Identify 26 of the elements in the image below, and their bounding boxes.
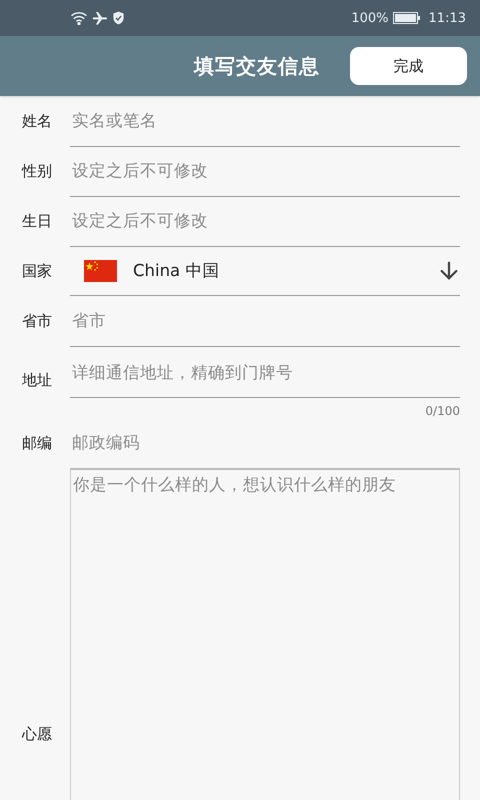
input-field[interactable]: 设定之后不可修改 xyxy=(70,196,460,246)
field-label: 省市 xyxy=(21,312,53,330)
page-title: 填写交友信息 xyxy=(194,52,320,80)
input-field[interactable]: 省市 xyxy=(70,296,460,346)
field-label: 国家 xyxy=(21,262,53,280)
text-area[interactable]: 你是一个什么样的人，想认识什么样的朋友 xyxy=(70,468,460,800)
done-button[interactable]: 完成 xyxy=(350,47,467,85)
field-label: 邮编 xyxy=(21,434,53,452)
battery-percentage: 100% xyxy=(351,10,389,26)
input-field[interactable]: 设定之后不可修改 xyxy=(70,146,460,196)
input-field[interactable]: 实名或笔名 xyxy=(70,96,460,146)
field-label: 地址 xyxy=(21,371,53,391)
field-label: 姓名 xyxy=(21,112,53,130)
field-label: 心愿 xyxy=(20,724,53,744)
down-arrow-icon xyxy=(438,260,460,282)
clock-time: 11:13 xyxy=(428,10,466,26)
country-selector[interactable]: China 中国 xyxy=(70,246,460,296)
field-label: 性别 xyxy=(20,162,53,180)
field-label: 生日 xyxy=(21,212,53,230)
battery-icon xyxy=(392,12,421,24)
airplane-icon xyxy=(92,11,108,25)
wifi-icon xyxy=(70,11,88,25)
character-counter: 0/100 xyxy=(425,404,460,418)
input-field[interactable]: 详细通信地址，精确到门牌号 xyxy=(70,348,460,398)
input-field[interactable]: 邮政编码 xyxy=(70,418,460,468)
shield-check-icon xyxy=(112,11,125,25)
